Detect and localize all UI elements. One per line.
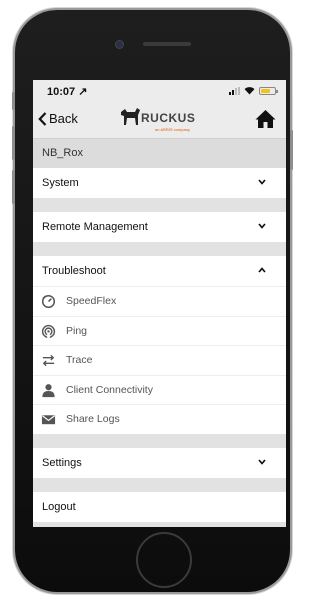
menu-troubleshoot-label: Troubleshoot [42, 265, 106, 277]
chevron-down-icon [258, 179, 266, 185]
section-gap [33, 433, 286, 448]
logo-wordmark: RUCKUS [141, 111, 196, 125]
silent-switch [12, 92, 15, 110]
power-button [290, 130, 293, 170]
chevron-left-icon [38, 111, 47, 126]
menu-troubleshoot[interactable]: Troubleshoot [33, 256, 286, 286]
menu-logout[interactable]: Logout [33, 491, 286, 522]
device-name-header: NB_Rox [33, 139, 286, 168]
volume-down-button [12, 170, 15, 204]
speedometer-icon [41, 294, 56, 309]
signal-icon [229, 86, 240, 95]
chevron-down-icon [258, 223, 266, 229]
earpiece-speaker [143, 42, 191, 46]
section-gap [33, 242, 286, 256]
back-label: Back [49, 111, 78, 126]
chevron-up-icon [258, 267, 266, 273]
section-gap [33, 477, 286, 492]
front-camera [115, 40, 124, 49]
status-bar: 10:07 ↗ [33, 80, 286, 102]
submenu-speedflex[interactable]: SpeedFlex [33, 286, 286, 316]
back-button[interactable]: Back [38, 111, 78, 126]
status-icons [229, 86, 278, 95]
menu-remote-management[interactable]: Remote Management [33, 212, 286, 242]
ruckus-logo: RUCKUS an ARRIS company [119, 106, 195, 132]
section-gap [33, 198, 286, 212]
app-screen: 10:07 ↗ Back RUCKUS an ARRIS company NB_… [33, 80, 286, 527]
menu-system-label: System [42, 177, 79, 189]
trace-icon [42, 354, 55, 367]
submenu-ping-label: Ping [66, 324, 88, 337]
submenu-trace[interactable]: Trace [33, 345, 286, 375]
submenu-speedflex-label: SpeedFlex [66, 295, 117, 307]
menu-remote-management-label: Remote Management [42, 221, 148, 233]
home-icon[interactable] [255, 109, 276, 129]
location-arrow-icon: ↗ [78, 86, 88, 98]
submenu-client-connectivity-label: Client Connectivity [66, 383, 153, 396]
wifi-icon [244, 87, 255, 95]
submenu-share-logs-label: Share Logs [66, 413, 120, 425]
dog-icon [121, 108, 140, 125]
submenu-ping[interactable]: Ping [33, 315, 286, 345]
menu-settings-label: Settings [42, 456, 82, 469]
nav-bar: Back RUCKUS an ARRIS company [33, 102, 286, 139]
person-icon [42, 383, 55, 397]
home-button[interactable] [136, 532, 192, 588]
logo-tagline: an ARRIS company [155, 127, 190, 132]
menu-system[interactable]: System [33, 168, 286, 198]
volume-up-button [12, 126, 15, 160]
submenu-share-logs[interactable]: Share Logs [33, 404, 286, 434]
battery-icon [259, 86, 278, 95]
menu-logout-label: Logout [42, 500, 76, 513]
menu-settings[interactable]: Settings [33, 447, 286, 478]
ping-icon [41, 324, 56, 339]
submenu-trace-label: Trace [66, 354, 93, 366]
status-time: 10:07 ↗ [47, 86, 88, 98]
chevron-down-icon [258, 458, 266, 465]
submenu-client-connectivity[interactable]: Client Connectivity [33, 374, 286, 404]
envelope-icon [41, 415, 56, 425]
